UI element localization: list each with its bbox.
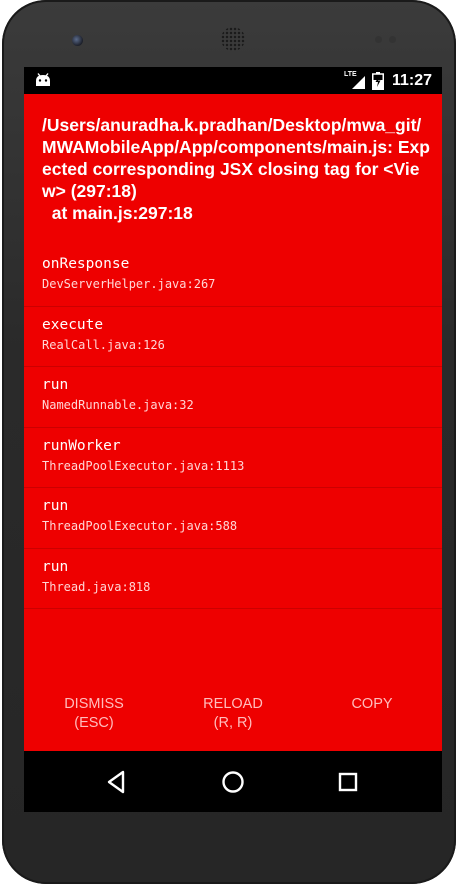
android-debug-icon — [36, 73, 50, 86]
signal-icon: LTE — [344, 71, 366, 90]
navigation-bar — [24, 751, 442, 812]
device-screen: LTE 11:27 /Users/anuradha.k.pradhan/Desk… — [24, 67, 442, 812]
stack-frame-file: ThreadPoolExecutor.java:1113 — [42, 458, 245, 473]
reload-button-label: RELOAD — [203, 696, 263, 712]
stack-frame-method: onResponse — [42, 256, 130, 272]
stack-frame[interactable]: runWorker ThreadPoolExecutor.java:1113 — [24, 428, 442, 488]
stack-frame-file: DevServerHelper.java:267 — [42, 277, 216, 291]
stack-frame-file: Thread.java:818 — [42, 579, 151, 594]
status-clock: 11:27 — [391, 71, 432, 89]
stack-trace: onResponse DevServerHelper.java:267 exec… — [24, 246, 442, 609]
stack-frame-method: run — [42, 498, 69, 514]
status-bar: LTE 11:27 — [24, 67, 442, 94]
back-triangle-icon[interactable] — [104, 769, 130, 795]
stack-frame-file: RealCall.java:126 — [42, 337, 165, 352]
proximity-sensors — [375, 36, 399, 44]
status-icons: LTE 11:27 — [344, 67, 432, 94]
stack-frame-method: run — [42, 558, 69, 575]
dismiss-button-shortcut: (ESC) — [74, 715, 114, 731]
copy-button[interactable]: COPY — [302, 695, 442, 714]
stack-frame-file: NamedRunnable.java:32 — [42, 398, 194, 412]
dismiss-button-label: DISMISS — [64, 696, 124, 712]
copy-button-label: COPY — [351, 696, 393, 712]
battery-charging-icon — [371, 71, 384, 90]
recents-square-icon[interactable] — [335, 769, 361, 795]
reload-button[interactable]: RELOAD (R, R) — [163, 695, 303, 733]
stack-frame[interactable]: onResponse DevServerHelper.java:267 — [24, 246, 442, 307]
redbox-error-screen: /Users/anuradha.k.pradhan/Desktop/mwa_gi… — [24, 94, 442, 751]
stack-frame-method: runWorker — [42, 437, 121, 454]
front-camera — [72, 35, 83, 46]
earpiece-speaker — [221, 27, 245, 51]
stack-frame[interactable]: run Thread.java:818 — [24, 549, 442, 609]
stack-frame[interactable]: run NamedRunnable.java:32 — [24, 367, 442, 428]
reload-button-shortcut: (R, R) — [213, 715, 253, 731]
home-circle-icon[interactable] — [220, 769, 246, 795]
phone-frame: LTE 11:27 /Users/anuradha.k.pradhan/Desk… — [2, 0, 456, 884]
redbox-actions: DISMISS (ESC) RELOAD (R, R) COPY — [24, 695, 442, 745]
stack-frame[interactable]: run ThreadPoolExecutor.java:588 — [24, 488, 442, 549]
stack-frame-method: run — [42, 377, 69, 393]
stack-frame[interactable]: execute RealCall.java:126 — [24, 307, 442, 367]
stack-frame-file: ThreadPoolExecutor.java:588 — [42, 519, 238, 533]
error-message: /Users/anuradha.k.pradhan/Desktop/mwa_gi… — [42, 115, 430, 223]
stack-frame-method: execute — [42, 316, 104, 333]
dismiss-button[interactable]: DISMISS (ESC) — [24, 695, 164, 733]
